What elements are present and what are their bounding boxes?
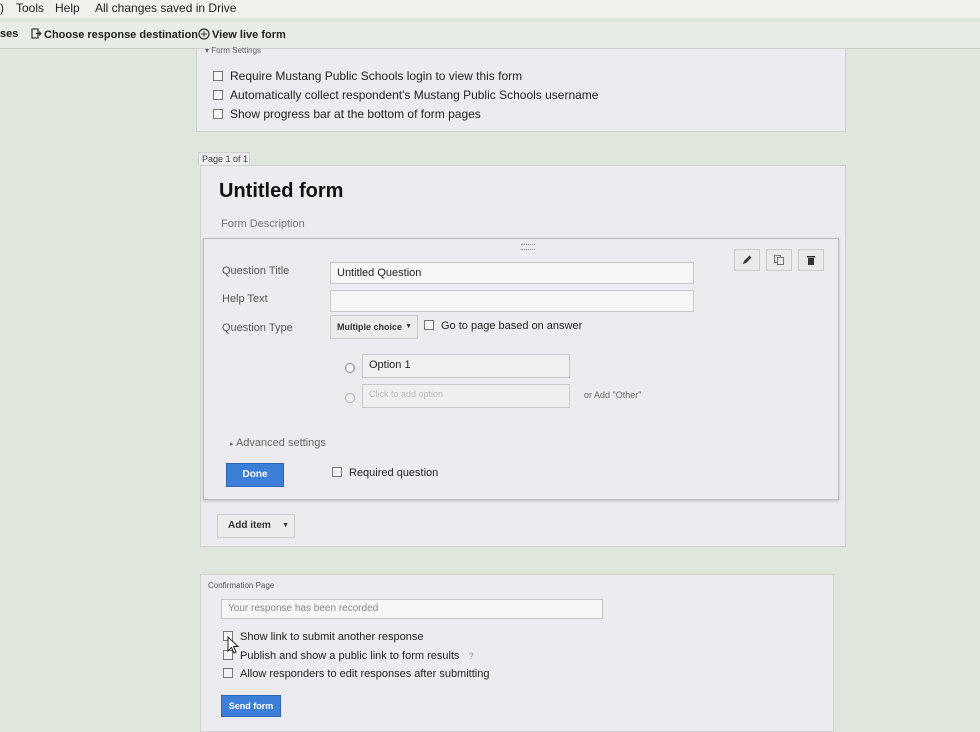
required-question-option[interactable]: Required question [332,467,438,479]
collect-username-checkbox[interactable] [213,89,223,100]
goto-page-option[interactable]: Go to page based on answer [424,320,582,332]
help-question-icon[interactable]: ? [469,651,474,661]
confirm-option-submit-another[interactable]: Show link to submit another response [223,631,423,643]
progress-bar-checkbox[interactable] [213,108,223,119]
setting-require-login[interactable]: Require Mustang Public Schools login to … [213,69,522,83]
view-live-form-label: View live form [212,29,286,41]
option-radio-placeholder [345,393,355,403]
required-checkbox[interactable] [332,467,342,478]
require-login-checkbox[interactable] [213,70,223,81]
menu-bar: ) Tools Help All changes saved in Drive [0,0,980,18]
confirm-option-edit-responses[interactable]: Allow responders to edit responses after… [223,668,489,680]
choose-destination-label: Choose response destination [44,29,199,41]
menu-fragment: ) [0,1,4,15]
confirmation-message-input[interactable]: Your response has been recorded [221,599,603,619]
confirm-option-label: Allow responders to edit responses after… [240,668,490,680]
goto-page-checkbox[interactable] [424,320,434,331]
option-radio [345,363,355,373]
delete-question-button[interactable] [798,249,824,271]
view-live-form-button[interactable]: View live form [198,28,286,41]
setting-progress-bar[interactable]: Show progress bar at the bottom of form … [213,107,481,121]
add-other-link[interactable]: or Add "Other" [584,390,641,400]
duplicate-icon [774,255,784,265]
confirmation-header: Confirmation Page [208,581,275,590]
advanced-settings-toggle[interactable]: ▸ Advanced settings [230,437,326,449]
menu-tools[interactable]: Tools [16,1,44,15]
question-type-dropdown[interactable]: Multiple choice ▼ [330,315,418,339]
chevron-down-icon: ▼ [405,323,412,330]
save-status: All changes saved in Drive [95,1,237,15]
form-title[interactable]: Untitled form [219,180,343,203]
page-tab: Page 1 of 1 [198,152,250,166]
add-item-button[interactable]: Add item ▼ [217,514,295,538]
edit-question-button[interactable] [734,249,760,271]
option-1-input[interactable]: Option 1 [362,354,570,378]
menu-help[interactable]: Help [55,1,80,15]
mouse-cursor-icon [227,636,240,654]
caret-right-icon: ▸ [230,441,234,448]
setting-label: Show progress bar at the bottom of form … [230,107,481,121]
goto-page-label: Go to page based on answer [441,320,583,332]
confirm-option-label: Publish and show a public link to form r… [240,650,460,662]
setting-label: Automatically collect respondent's Musta… [230,88,599,102]
form-settings-panel: ▾ Form Settings Require Mustang Public S… [196,46,846,132]
form-description[interactable]: Form Description [221,218,305,230]
question-title-label: Question Title [222,265,290,277]
live-form-icon [198,28,210,40]
destination-icon [31,28,42,39]
confirm-option-publish-results[interactable]: Publish and show a public link to form r… [223,650,474,662]
edit-responses-checkbox[interactable] [223,668,233,679]
add-item-label: Add item [228,520,271,531]
help-text-label: Help Text [222,293,268,305]
toolbar-partial-button[interactable]: ses [0,28,18,40]
advanced-settings-label: Advanced settings [235,437,326,449]
done-button[interactable]: Done [226,463,284,487]
question-title-input[interactable]: Untitled Question [330,262,694,284]
question-type-value: Multiple choice [337,322,403,332]
form-settings-header: ▾ Form Settings [205,46,262,55]
duplicate-question-button[interactable] [766,249,792,271]
send-form-button[interactable]: Send form [221,695,281,717]
question-type-label: Question Type [222,322,293,334]
setting-collect-username[interactable]: Automatically collect respondent's Musta… [213,88,598,102]
trash-icon [807,256,815,265]
confirm-option-label: Show link to submit another response [240,631,424,643]
pencil-icon [743,255,752,264]
setting-label: Require Mustang Public Schools login to … [230,69,523,83]
toolbar: ses Choose response destination View liv… [0,22,980,49]
page-panel: Untitled form Form Description Question … [200,165,846,547]
question-editor: Question Title Untitled Question Help Te… [203,238,839,500]
required-label: Required question [349,467,439,479]
add-option-input[interactable]: Click to add option [362,384,570,408]
drag-handle[interactable] [521,244,535,250]
choose-destination-button[interactable]: Choose response destination [31,28,198,41]
help-text-input[interactable] [330,290,694,312]
confirmation-panel: Confirmation Page Your response has been… [200,574,834,732]
chevron-down-icon: ▼ [282,522,289,529]
